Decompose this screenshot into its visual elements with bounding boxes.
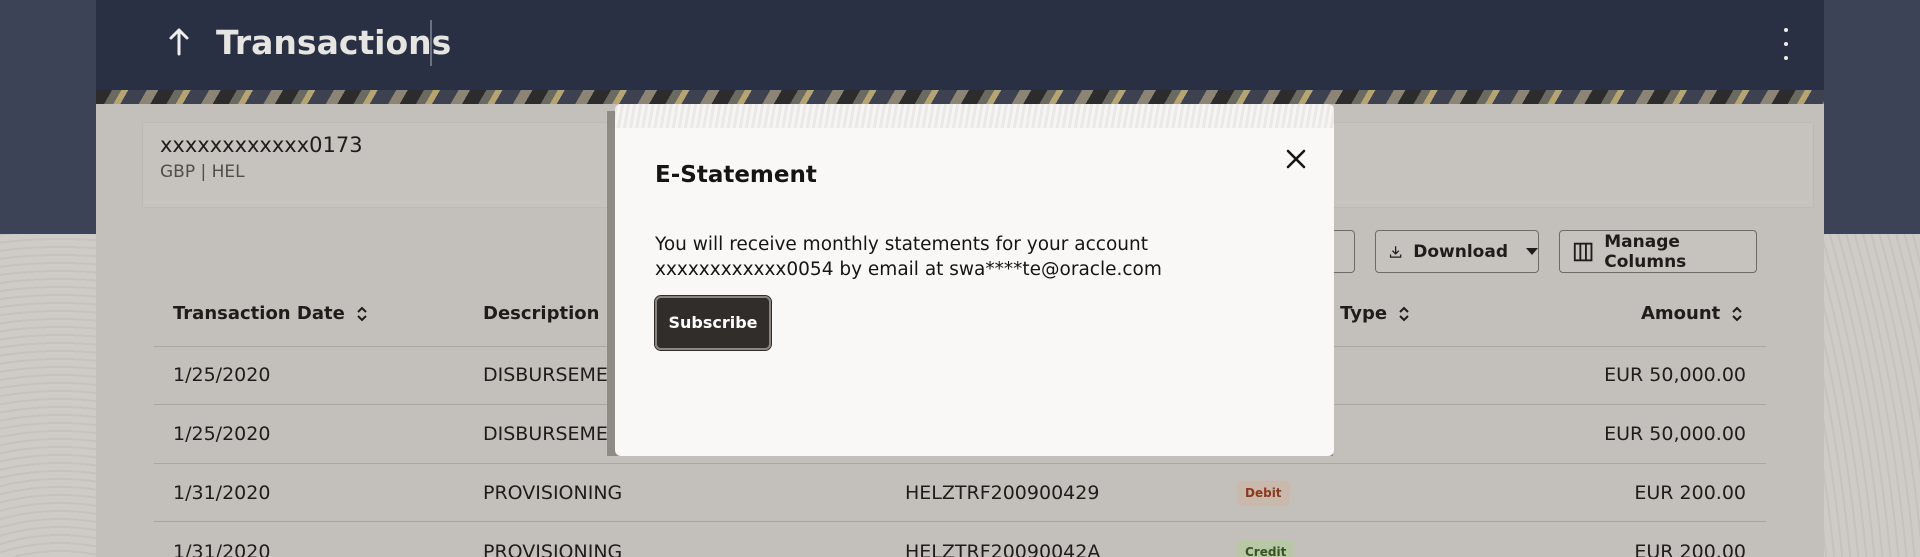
sort-icon xyxy=(1732,306,1743,321)
close-button[interactable] xyxy=(1281,144,1311,174)
cell-amount: EUR 200.00 xyxy=(1634,482,1746,504)
column-header-amount[interactable]: Amount xyxy=(1641,303,1744,324)
modal-message: You will receive monthly statements for … xyxy=(655,234,1162,280)
cell-date: 1/25/2020 xyxy=(173,364,271,386)
column-header-type[interactable]: n Type xyxy=(1321,303,1411,324)
table-divider xyxy=(154,463,1766,464)
cell-date: 1/25/2020 xyxy=(173,423,271,445)
sort-icon xyxy=(1399,306,1409,321)
columns-icon xyxy=(1573,242,1593,261)
cell-amount: EUR 200.00 xyxy=(1634,541,1746,557)
arrow-up-icon xyxy=(169,28,189,56)
column-header-description[interactable]: Description xyxy=(483,303,623,324)
cell-amount: EUR 50,000.00 xyxy=(1604,364,1746,386)
chevron-down-icon xyxy=(1526,248,1538,255)
title-divider xyxy=(430,20,432,66)
cell-description: DISBURSEMEN xyxy=(483,364,623,386)
download-label: Download xyxy=(1413,241,1508,262)
debit-badge: Debit xyxy=(1237,481,1290,506)
download-icon xyxy=(1389,245,1402,258)
manage-columns-label: Manage Columns xyxy=(1604,231,1687,272)
e-statement-modal: E-Statement You will receive monthly sta… xyxy=(615,104,1334,456)
modal-title: E-Statement xyxy=(655,162,817,188)
subscribe-button[interactable]: Subscribe xyxy=(654,295,772,351)
page-title: Transactions xyxy=(216,23,452,62)
cell-date: 1/31/2020 xyxy=(173,541,271,557)
back-button[interactable] xyxy=(163,24,195,60)
column-header-label: Description xyxy=(483,303,600,324)
cell-amount: EUR 50,000.00 xyxy=(1604,423,1746,445)
column-header-label: Amount xyxy=(1641,303,1721,324)
cell-reference: HELZTRF20090042A xyxy=(905,541,1101,557)
account-number: xxxxxxxxxxxx0173 xyxy=(160,133,363,157)
column-header-date[interactable]: Transaction Date xyxy=(173,303,369,324)
account-currency-branch: GBP | HEL xyxy=(160,162,245,182)
cell-reference: HELZTRF200900429 xyxy=(905,482,1100,504)
table-divider xyxy=(154,521,1766,522)
close-icon xyxy=(1286,149,1306,169)
cell-description: PROVISIONING xyxy=(483,482,623,504)
modal-decorative-strip xyxy=(615,104,1334,128)
cell-description: DISBURSEMEN xyxy=(483,423,623,445)
credit-badge: Credit xyxy=(1237,540,1295,557)
cell-date: 1/31/2020 xyxy=(173,482,271,504)
sort-icon xyxy=(357,306,367,321)
download-button[interactable]: Download xyxy=(1375,230,1539,273)
decorative-banner xyxy=(96,90,1824,104)
column-header-label: Transaction Date xyxy=(173,303,345,324)
manage-columns-button[interactable]: Manage Columns xyxy=(1559,230,1757,273)
kebab-menu-icon[interactable] xyxy=(1770,24,1802,64)
cell-description: PROVISIONING xyxy=(483,541,623,557)
